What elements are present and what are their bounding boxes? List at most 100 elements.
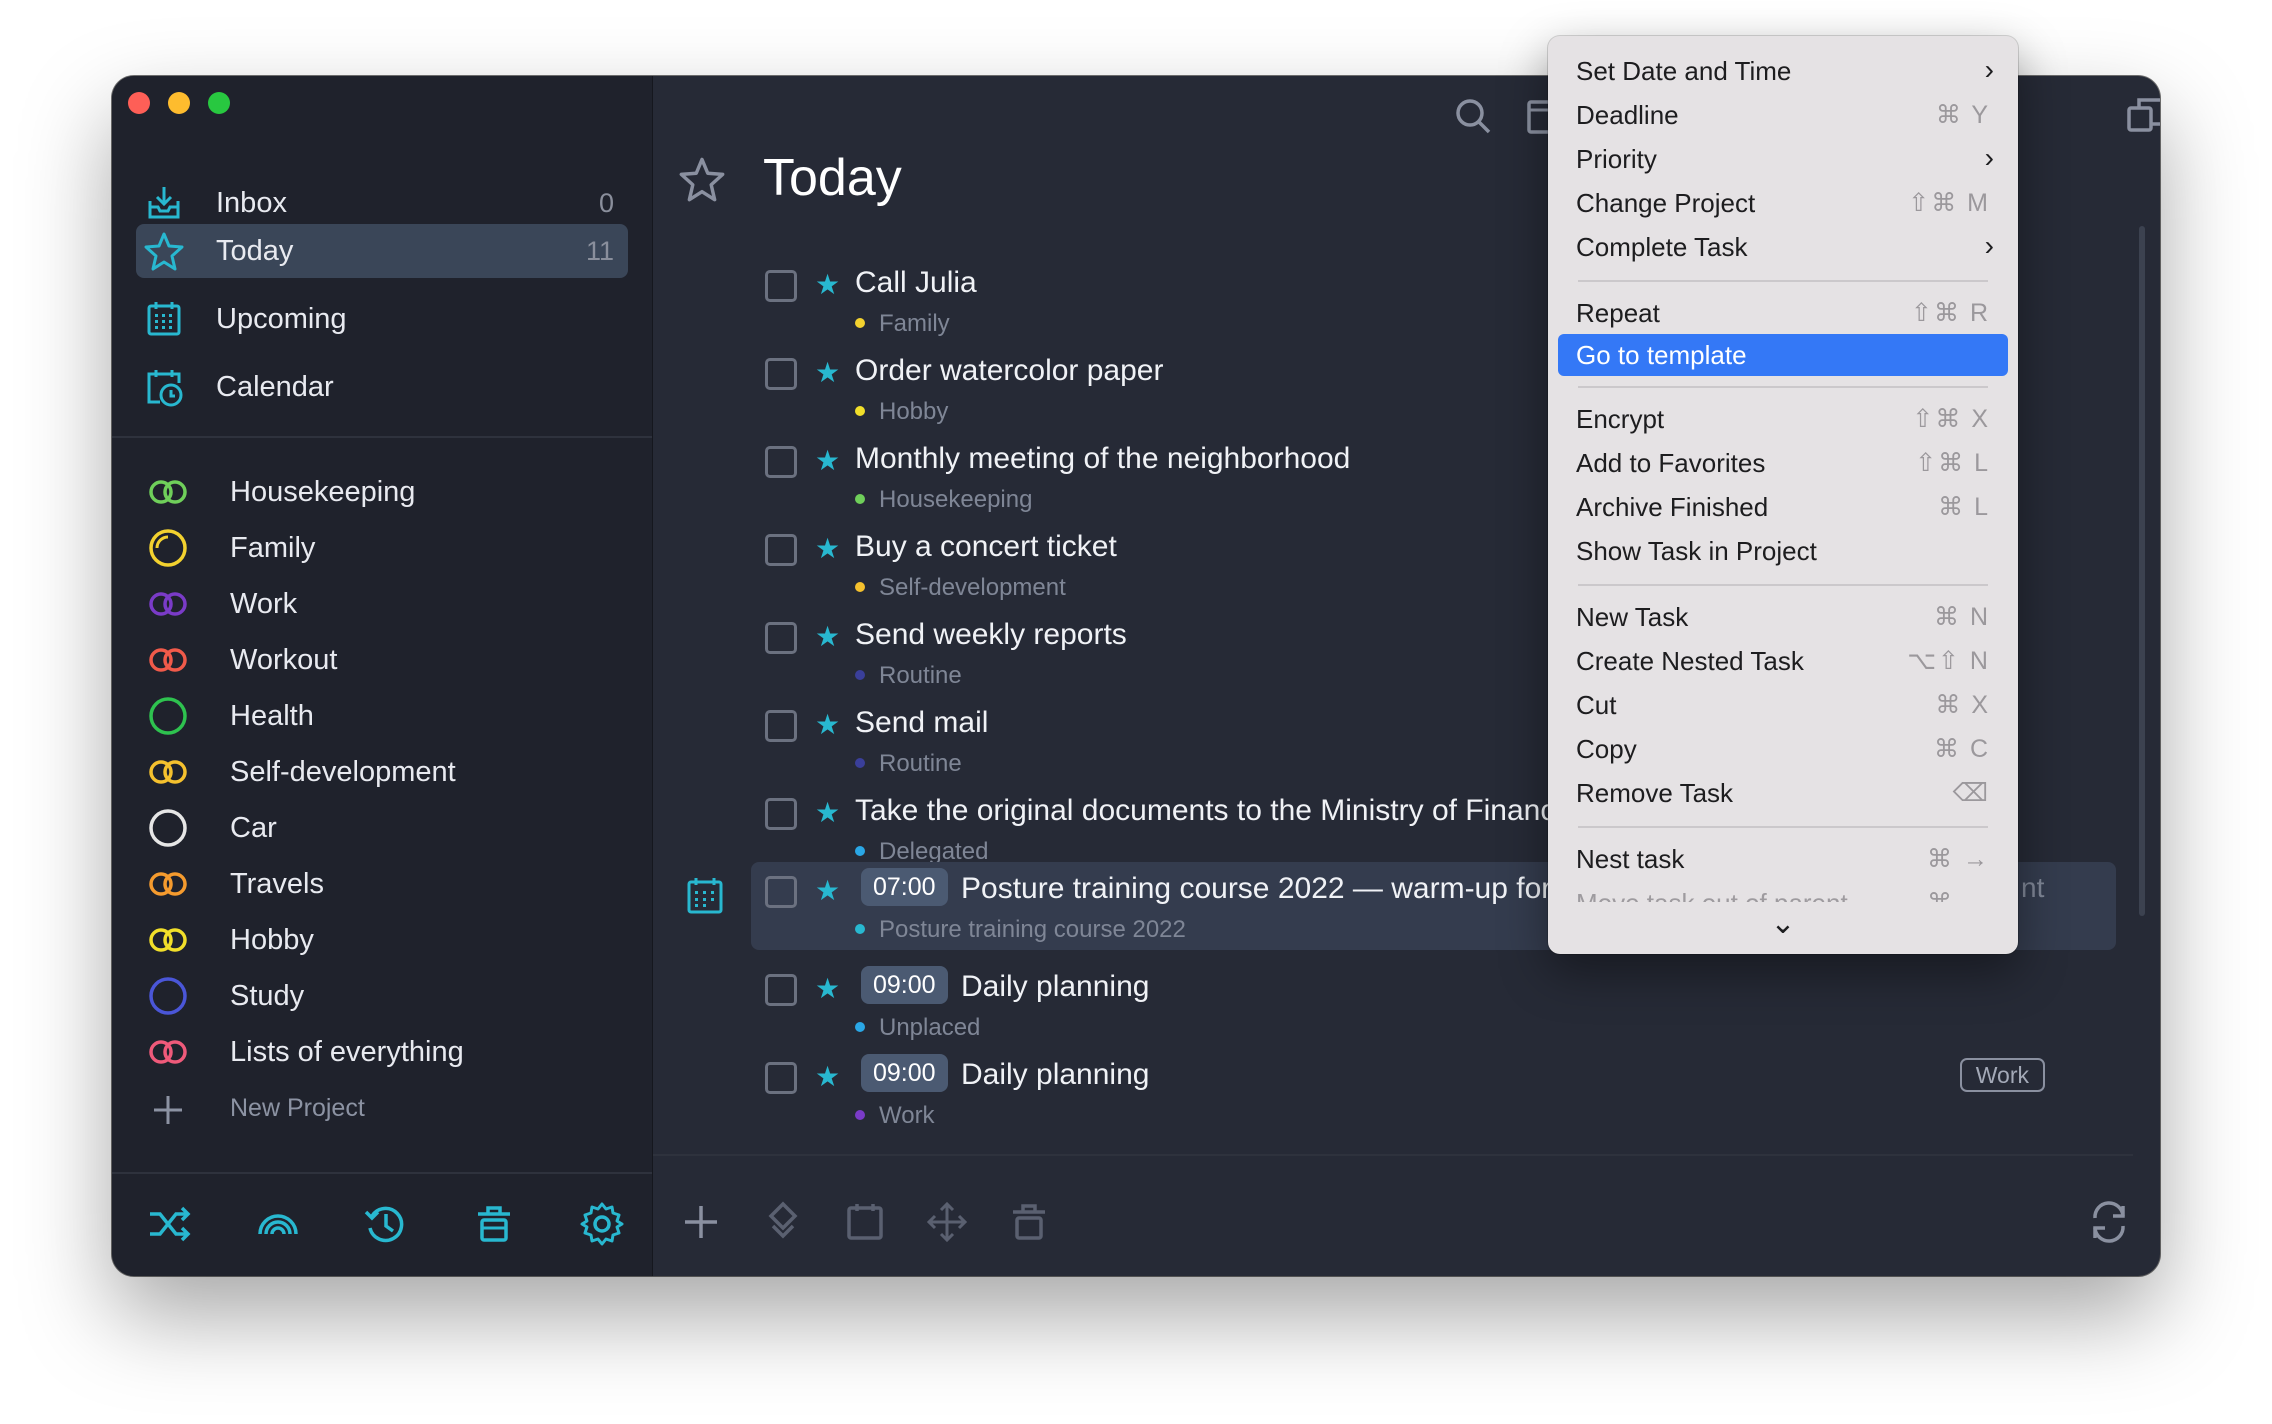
project-car[interactable]: Car (146, 804, 606, 852)
task-project: Routine (855, 662, 962, 690)
task-project: Unplaced (855, 1014, 980, 1042)
menu-item-change-project[interactable]: Change Project ⇧⌘ M (1558, 182, 2008, 224)
menu-item-move-task-out-of-parent[interactable]: Move task out of parent ⌘ ← (1558, 882, 2008, 902)
menu-item-go-to-template[interactable]: Go to template (1558, 334, 2008, 376)
minimize-window-button[interactable] (168, 92, 190, 114)
task-project: Routine (855, 750, 962, 778)
menu-item-add-to-favorites[interactable]: Add to Favorites ⇧⌘ L (1558, 442, 2008, 484)
sidebar-item-calendar[interactable]: Calendar (136, 360, 628, 414)
tag-diamond-icon[interactable] (761, 1200, 805, 1244)
menu-item-deadline[interactable]: Deadline ⌘ Y (1558, 94, 2008, 136)
menu-item-show-task-in-project[interactable]: Show Task in Project (1558, 530, 2008, 572)
task-project: Self-development (855, 574, 1066, 602)
menu-label: Priority (1576, 144, 1657, 174)
favorite-star-icon: ★ (815, 357, 841, 388)
project-lists-of-everything[interactable]: Lists of everything (146, 1028, 606, 1076)
project-label: Housekeeping (230, 476, 416, 508)
task-checkbox[interactable] (765, 876, 797, 908)
close-window-button[interactable] (128, 92, 150, 114)
task-row[interactable]: ★ 09:00 Daily planning Work Work (765, 1052, 2125, 1140)
task-checkbox[interactable] (765, 798, 797, 830)
task-title: Order watercolor paper (855, 354, 1164, 387)
sidebar-item-upcoming[interactable]: Upcoming (136, 292, 628, 346)
menu-label: Change Project (1576, 188, 1756, 218)
project-tag[interactable]: Work (1959, 1058, 2045, 1092)
project-label: Travels (230, 868, 324, 900)
project-health[interactable]: Health (146, 692, 606, 740)
menu-item-remove-task[interactable]: Remove Task ⌫ (1558, 772, 2008, 814)
menu-item-priority[interactable]: Priority › (1558, 138, 2008, 180)
plus-icon (154, 1096, 182, 1124)
context-menu: Set Date and Time › Deadline ⌘ Y Priority ›… (1548, 36, 2018, 954)
time-badge: 09:00 (861, 1054, 948, 1092)
project-dot-icon (855, 582, 865, 592)
menu-item-complete-task[interactable]: Complete Task › (1558, 226, 2008, 268)
project-housekeeping[interactable]: Housekeeping (146, 468, 606, 516)
scrollbar[interactable] (2139, 226, 2145, 916)
menu-label: Remove Task (1576, 778, 1734, 808)
project-dot-icon (855, 1110, 865, 1120)
zoom-window-button[interactable] (208, 92, 230, 114)
menu-item-new-task[interactable]: New Task ⌘ N (1558, 596, 2008, 638)
task-checkbox[interactable] (765, 710, 797, 742)
task-title: Daily planning (961, 1058, 1150, 1091)
project-label: Car (230, 812, 277, 844)
project-work[interactable]: Work (146, 580, 606, 628)
menu-shortcut: ⌘ X (1935, 691, 1990, 719)
rainbow-icon[interactable] (254, 1200, 302, 1248)
menu-item-create-nested-task[interactable]: Create Nested Task ⌥⇧ N (1558, 640, 2008, 682)
project-self-development[interactable]: Self-development (146, 748, 606, 796)
sidebar-divider (112, 436, 652, 438)
menu-shortcut: ⌘ → (1927, 845, 1990, 873)
schedule-icon[interactable] (843, 1200, 887, 1244)
task-checkbox[interactable] (765, 534, 797, 566)
menu-label: Nest task (1576, 844, 1685, 874)
task-project: Hobby (855, 398, 948, 426)
menu-scroll-down-icon[interactable]: ⌄ (1548, 906, 2018, 946)
menu-item-set-date-time[interactable]: Set Date and Time › (1558, 50, 2008, 92)
sidebar-item-today[interactable]: Today 11 (136, 224, 628, 278)
move-icon[interactable] (925, 1200, 969, 1244)
task-checkbox[interactable] (765, 974, 797, 1006)
new-project-button[interactable]: New Project (146, 1086, 606, 1134)
menu-item-cut[interactable]: Cut ⌘ X (1558, 684, 2008, 726)
task-checkbox[interactable] (765, 1062, 797, 1094)
history-icon[interactable] (362, 1200, 410, 1248)
ring-icon (149, 809, 187, 847)
task-checkbox[interactable] (765, 270, 797, 302)
project-hobby[interactable]: Hobby (146, 916, 606, 964)
menu-item-encrypt[interactable]: Encrypt ⇧⌘ X (1558, 398, 2008, 440)
menu-label: Archive Finished (1576, 492, 1769, 522)
project-family[interactable]: Family (146, 524, 606, 572)
project-study[interactable]: Study (146, 972, 606, 1020)
trash-icon[interactable] (470, 1200, 518, 1248)
delete-icon[interactable] (1007, 1200, 1051, 1244)
progress-ring-icon (149, 529, 187, 567)
menu-item-copy[interactable]: Copy ⌘ C (1558, 728, 2008, 770)
double-ring-icon (149, 1040, 187, 1064)
project-travels[interactable]: Travels (146, 860, 606, 908)
menu-separator (1578, 280, 1988, 282)
today-star-icon (679, 157, 725, 202)
menu-item-repeat[interactable]: Repeat ⇧⌘ R (1558, 292, 2008, 334)
task-checkbox[interactable] (765, 622, 797, 654)
task-row[interactable]: ★ 09:00 Daily planning Unplaced (765, 964, 2125, 1052)
task-project: Work (855, 1102, 935, 1130)
menu-item-nest-task[interactable]: Nest task ⌘ → (1558, 838, 2008, 880)
shuffle-icon[interactable] (146, 1200, 194, 1248)
search-icon[interactable] (1451, 94, 1495, 138)
gear-icon[interactable] (578, 1200, 626, 1248)
task-project: Posture training course 2022 (855, 916, 1186, 944)
favorite-star-icon: ★ (815, 1061, 841, 1092)
copy-windows-icon[interactable] (2125, 94, 2160, 138)
task-checkbox[interactable] (765, 358, 797, 390)
favorite-star-icon: ★ (815, 621, 841, 652)
task-checkbox[interactable] (765, 446, 797, 478)
sync-icon[interactable] (2087, 1200, 2131, 1244)
project-workout[interactable]: Workout (146, 636, 606, 684)
submenu-arrow-icon: › (1984, 54, 1994, 85)
menu-item-archive-finished[interactable]: Archive Finished ⌘ L (1558, 486, 2008, 528)
add-task-icon[interactable] (679, 1200, 723, 1244)
sidebar-item-inbox[interactable]: Inbox 0 (136, 176, 628, 230)
project-dot-icon (855, 846, 865, 856)
